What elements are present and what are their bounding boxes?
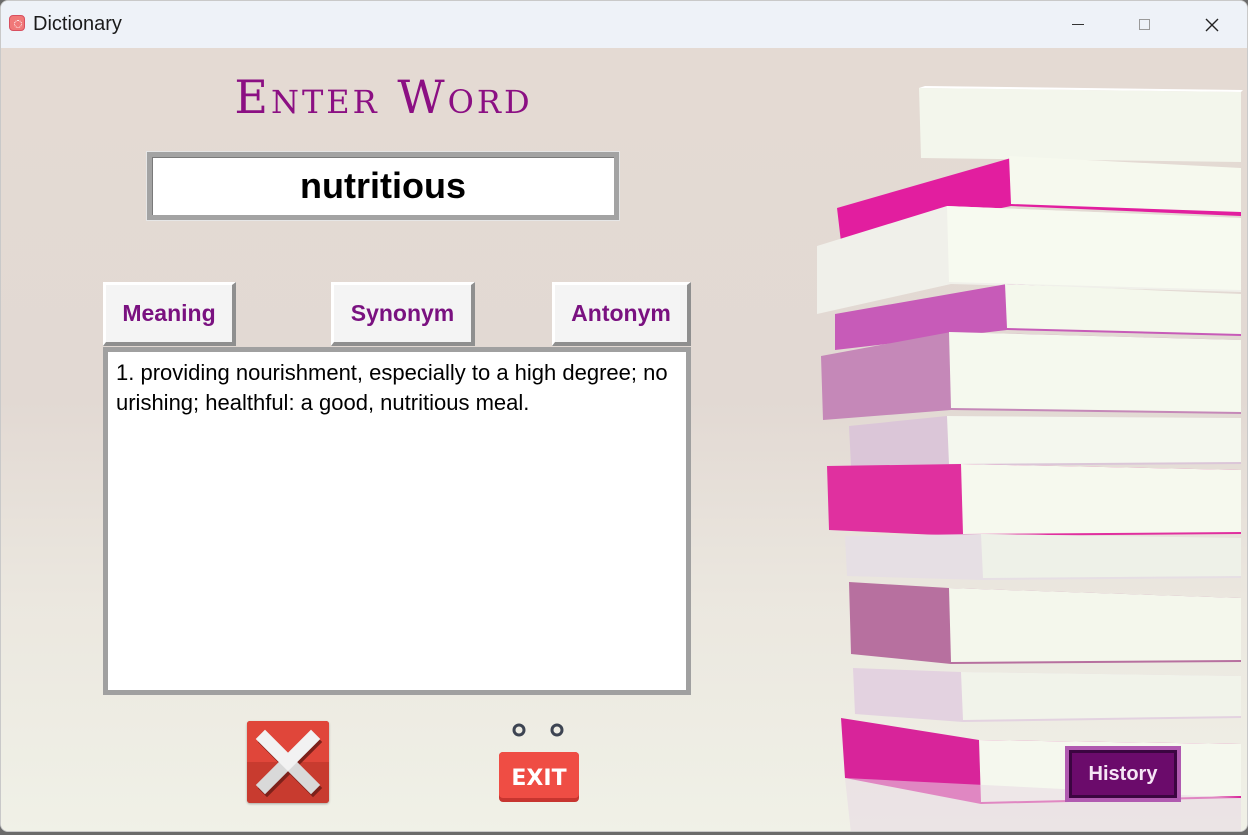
meaning-button[interactable]: Meaning xyxy=(103,282,236,346)
clear-x-icon xyxy=(247,721,329,803)
exit-sign-icon: EXIT xyxy=(499,723,579,802)
main-content: Enter Word Meaning Synonym Antonym 1. pr… xyxy=(1,48,1247,831)
book-stack-illustration xyxy=(817,86,1243,831)
close-button[interactable] xyxy=(1179,1,1245,48)
maximize-button[interactable] xyxy=(1111,1,1177,48)
maximize-icon xyxy=(1138,19,1150,30)
exit-label: EXIT xyxy=(511,766,566,791)
synonym-button[interactable]: Synonym xyxy=(331,282,475,346)
clear-button[interactable] xyxy=(247,721,329,803)
word-input-frame xyxy=(146,151,620,221)
result-text: 1. providing nourishment, especially to … xyxy=(116,360,668,415)
minimize-button[interactable] xyxy=(1045,1,1111,48)
title-bar: Dictionary xyxy=(1,1,1247,48)
antonym-button[interactable]: Antonym xyxy=(552,282,691,346)
history-button[interactable]: History xyxy=(1065,746,1181,802)
exit-button[interactable]: EXIT xyxy=(497,720,581,804)
window-title: Dictionary xyxy=(33,13,122,35)
page-heading: Enter Word xyxy=(234,70,533,124)
dictionary-app-icon xyxy=(9,15,25,31)
word-input[interactable] xyxy=(152,157,614,215)
result-textarea[interactable]: 1. providing nourishment, especially to … xyxy=(103,347,691,695)
close-icon xyxy=(1205,18,1219,31)
dictionary-window: Dictionary Enter Word nutritious Meaning… xyxy=(0,0,1248,832)
minimize-icon xyxy=(1072,24,1084,25)
